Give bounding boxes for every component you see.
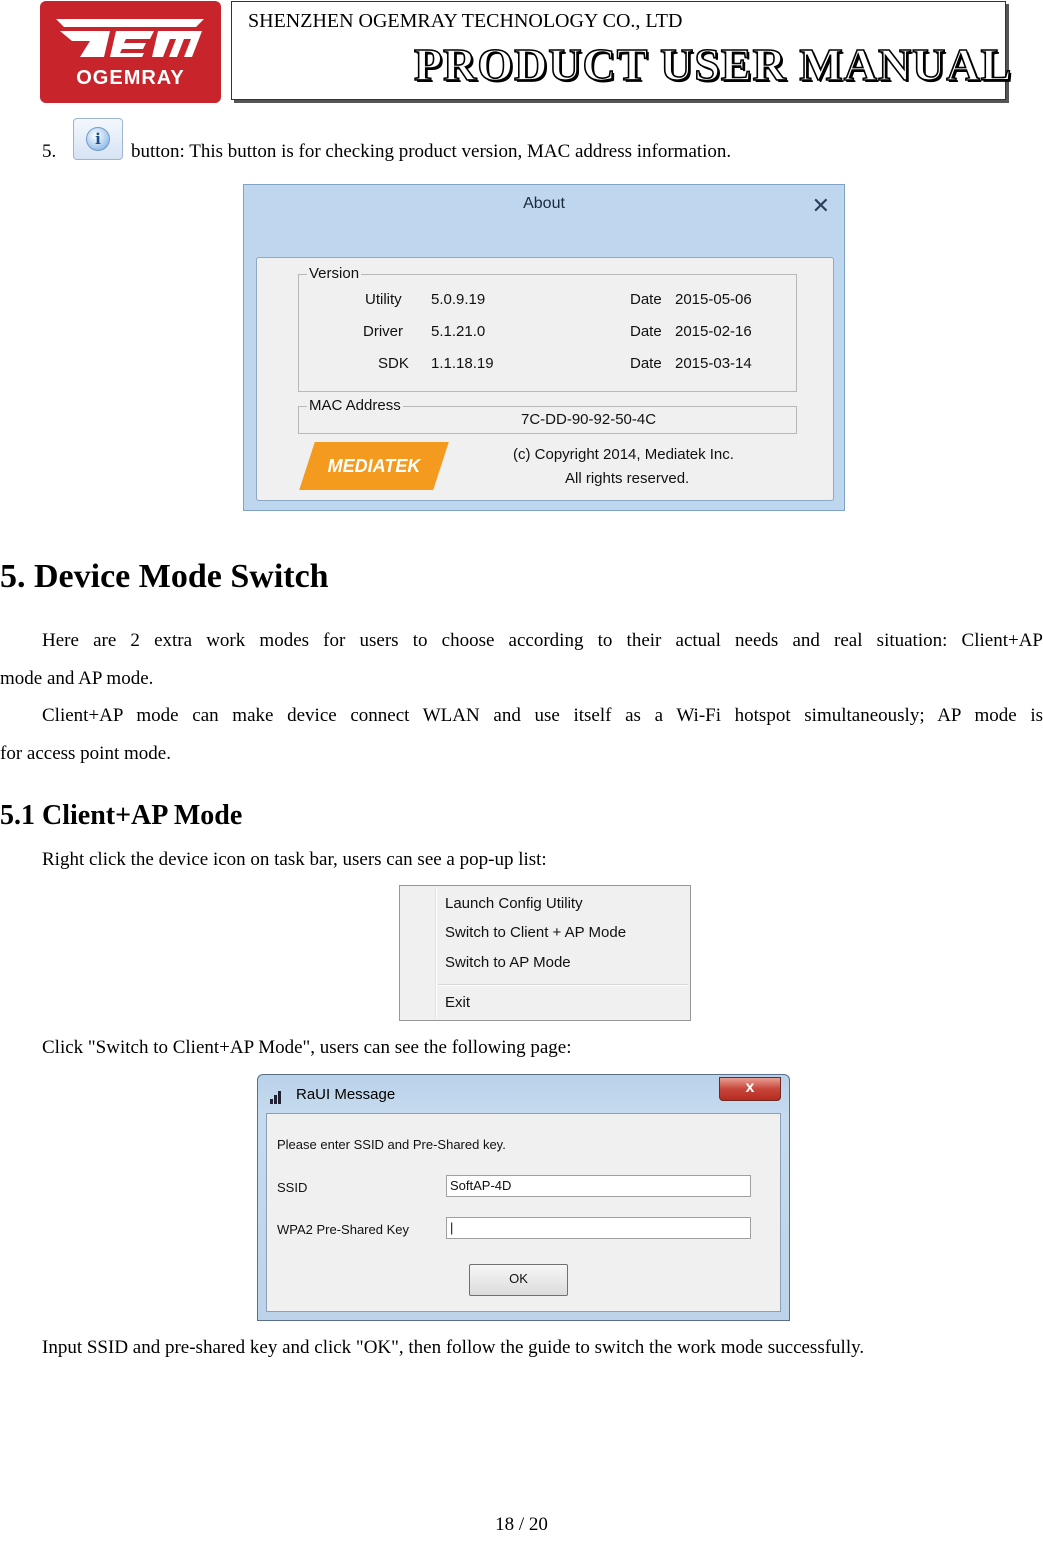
version-row-date-label: Date (630, 355, 662, 372)
section-heading: 5. Device Mode Switch (0, 558, 329, 595)
version-row-date: 2015-03-14 (675, 355, 752, 372)
ssid-label: SSID (277, 1180, 308, 1195)
info-button: i (73, 118, 123, 160)
version-row-date-label: Date (630, 291, 662, 308)
version-row-date: 2015-05-06 (675, 291, 752, 308)
dialog-body: Version Utility 5.0.9.19 Date 2015-05-06… (256, 257, 834, 501)
copyright-line: (c) Copyright 2014, Mediatek Inc. (513, 446, 734, 463)
version-row-date-label: Date (630, 323, 662, 340)
key-input[interactable]: | (446, 1217, 751, 1239)
ok-button[interactable]: OK (469, 1264, 568, 1296)
version-row-name: Driver (363, 323, 403, 340)
manual-title: PRODUCT USER MANUAL (413, 38, 1013, 91)
page-number: 18 / 20 (495, 1514, 548, 1535)
version-row-value: 5.1.21.0 (431, 323, 486, 340)
item-description: button: This button is for checking prod… (131, 141, 732, 162)
version-row-date: 2015-02-16 (675, 323, 752, 340)
version-row-value: 1.1.18.19 (431, 355, 494, 372)
mac-legend: MAC Address (307, 397, 403, 414)
version-row-name: Utility (365, 291, 402, 308)
company-name: SHENZHEN OGEMRAY TECHNOLOGY CO., LTD (248, 10, 683, 32)
ogemray-logo: OGEMRAY (40, 1, 221, 103)
version-group: Version Utility 5.0.9.19 Date 2015-05-06… (298, 265, 797, 392)
subsection-heading: 5.1 Client+AP Mode (0, 800, 243, 831)
version-row-value: 5.0.9.19 (431, 291, 486, 308)
paragraph: for access point mode. (0, 743, 171, 764)
info-icon: i (86, 127, 110, 151)
close-icon[interactable]: ✕ (812, 193, 830, 219)
dialog-title: About (523, 195, 565, 212)
menu-item-switch-ap[interactable]: Switch to AP Mode (445, 954, 571, 971)
mac-address: 7C-DD-90-92-50-4C (521, 411, 657, 428)
version-legend: Version (307, 265, 362, 282)
mac-group: MAC Address 7C-DD-90-92-50-4C (298, 397, 797, 434)
paragraph: Input SSID and pre-shared key and click … (42, 1337, 865, 1358)
menu-gutter (435, 888, 437, 1018)
raui-message-dialog: RaUI Message x Please enter SSID and Pre… (257, 1074, 790, 1321)
item-number: 5. (42, 141, 57, 162)
paragraph: Here are 2 extra work modes for users to… (42, 630, 1043, 651)
paragraph: mode and AP mode. (0, 668, 154, 689)
about-dialog: About ✕ Version Utility 5.0.9.19 Date 20… (243, 184, 845, 511)
ssid-input[interactable]: SoftAP-4D (446, 1175, 751, 1197)
key-label: WPA2 Pre-Shared Key (277, 1222, 409, 1237)
dialog-body: Please enter SSID and Pre-Shared key. SS… (266, 1113, 781, 1312)
paragraph: Click "Switch to Client+AP Mode", users … (42, 1037, 572, 1058)
mediatek-logo: MEDIATEK (299, 442, 449, 490)
rights-line: All rights reserved. (565, 470, 690, 487)
signal-icon (270, 1088, 286, 1104)
dialog-title: RaUI Message (296, 1086, 396, 1103)
paragraph: Client+AP mode can make device connect W… (42, 705, 1043, 726)
menu-item-exit[interactable]: Exit (445, 994, 470, 1011)
menu-separator (438, 984, 688, 986)
close-button[interactable]: x (719, 1077, 781, 1101)
menu-item-switch-client-ap[interactable]: Switch to Client + AP Mode (445, 924, 626, 941)
menu-item-launch-config[interactable]: Launch Config Utility (445, 895, 583, 912)
paragraph: Right click the device icon on task bar,… (42, 849, 547, 870)
brand-text: MEDIATEK (327, 456, 421, 476)
logo-text: OGEMRAY (76, 67, 185, 89)
context-menu: Launch Config Utility Switch to Client +… (399, 885, 691, 1021)
version-row-name: SDK (378, 355, 409, 372)
gem-logo-mark (56, 19, 204, 57)
prompt-text: Please enter SSID and Pre-Shared key. (277, 1137, 506, 1152)
